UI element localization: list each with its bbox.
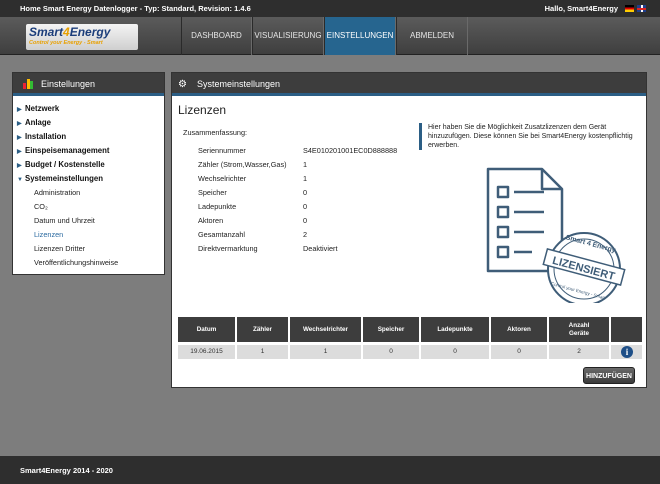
table-header-aktoren: Aktoren <box>491 317 547 342</box>
table-header-anzahl-geraete: Anzahl Geräte <box>549 317 609 342</box>
summary-label-actors: Aktoren <box>198 216 224 225</box>
sidebar-title: Einstellungen <box>41 79 96 89</box>
summary-value-meters: 1 <box>303 160 308 169</box>
main-navigation: Smart4Energy Control your Energy - Smart… <box>0 17 660 55</box>
german-flag-icon[interactable] <box>625 5 634 12</box>
sidebar-item-installation[interactable]: ▶ Installation <box>17 132 66 141</box>
table-header-actions <box>611 317 642 342</box>
table-cell-aktoren: 0 <box>491 345 547 359</box>
sidebar-item-anlage[interactable]: ▶ Anlage <box>17 118 51 127</box>
sidebar-item-einspeisemanagement[interactable]: ▶ Einspeisemanagement <box>17 146 110 155</box>
expand-arrow-icon: ▶ <box>17 163 22 169</box>
summary-label-meters: Zähler (Strom,Wasser,Gas) <box>198 160 287 169</box>
table-header-wechselrichter: Wechselrichter <box>290 317 361 342</box>
collapse-arrow-icon: ▼ <box>17 177 23 183</box>
table-header-speicher: Speicher <box>363 317 419 342</box>
add-license-button[interactable]: HINZUFÜGEN <box>583 367 635 384</box>
license-hint: Hier haben Sie die Möglichkeit Zusatzliz… <box>419 123 639 150</box>
summary-label-chargepoints: Ladepunkte <box>198 202 237 211</box>
summary-label: Zusammenfassung: <box>183 128 248 137</box>
user-greeting: Hallo, Smart4Energy <box>544 4 618 13</box>
page-title: Lizenzen <box>178 103 227 117</box>
table-cell-speicher: 0 <box>363 345 419 359</box>
licensed-stamp: Smart 4 Energy LIZENSIERT Control your E… <box>542 232 626 303</box>
table-header-zaehler: Zähler <box>237 317 288 342</box>
table-cell-anzahl-geraete: 2 <box>549 345 609 359</box>
summary-value-storage: 0 <box>303 188 308 197</box>
summary-label-serial: Seriennummer <box>198 146 246 155</box>
sidebar-header: Einstellungen <box>13 73 164 96</box>
footer-copyright: Smart4Energy 2014 - 2020 <box>20 466 113 475</box>
gears-icon: ⚙ <box>178 79 187 90</box>
expand-arrow-icon: ▶ <box>17 107 22 113</box>
sidebar-item-netzwerk[interactable]: ▶ Netzwerk <box>17 104 59 113</box>
summary-value-serial: S4E010201001EC0D888888 <box>303 146 398 155</box>
summary-value-inverter: 1 <box>303 174 308 183</box>
expand-arrow-icon: ▶ <box>17 121 22 127</box>
system-settings-panel: ⚙ Systemeinstellungen Lizenzen Zusammenf… <box>171 72 647 388</box>
table-cell-ladepunkte: 0 <box>421 345 489 359</box>
table-header-datum: Datum <box>178 317 235 342</box>
settings-sidebar: Einstellungen ▶ Netzwerk ▶ Anlage ▶ Install… <box>12 72 165 275</box>
sidebar-item-systemeinstellungen[interactable]: ▼ Systemeinstellungen <box>17 174 103 183</box>
footer: Smart4Energy 2014 - 2020 <box>0 456 660 484</box>
summary-label-inverter: Wechselrichter <box>198 174 247 183</box>
panel-title: Systemeinstellungen <box>197 79 281 89</box>
app-title: Home Smart Energy Datenlogger - Typ: Sta… <box>20 4 251 13</box>
nav-visualisierung[interactable]: VISUALISIERUNG <box>252 17 324 55</box>
sidebar-subitem-co2[interactable]: CO₂ <box>34 202 48 211</box>
summary-value-total: 2 <box>303 230 308 239</box>
table-cell-datum: 19.06.2015 <box>178 345 235 359</box>
nav-einstellungen[interactable]: EINSTELLUNGEN <box>324 17 396 55</box>
sidebar-subitem-veroeffentlichungshinweise[interactable]: Veröffentlichungshinweise <box>34 258 118 267</box>
expand-arrow-icon: ▶ <box>17 135 22 141</box>
table-cell-zaehler: 1 <box>237 345 288 359</box>
uk-flag-icon[interactable] <box>637 5 646 12</box>
licensed-document-icon: Smart 4 Energy LIZENSIERT Control your E… <box>486 167 626 303</box>
table-header-ladepunkte: Ladepunkte <box>421 317 489 342</box>
sidebar-subitem-datum-uhrzeit[interactable]: Datum und Uhrzeit <box>34 216 95 225</box>
summary-label-direct-marketing: Direktvermarktung <box>198 244 258 253</box>
info-icon[interactable]: i <box>621 346 633 358</box>
chart-bars-icon <box>23 79 33 89</box>
summary-value-actors: 0 <box>303 216 308 225</box>
expand-arrow-icon: ▶ <box>17 149 22 155</box>
table-cell-wechselrichter: 1 <box>290 345 361 359</box>
sidebar-item-budget[interactable]: ▶ Budget / Kostenstelle <box>17 160 105 169</box>
summary-value-direct-marketing: Deaktiviert <box>303 244 338 253</box>
panel-header: ⚙ Systemeinstellungen <box>172 73 646 96</box>
summary-label-total: Gesamtanzahl <box>198 230 246 239</box>
nav-dashboard[interactable]: DASHBOARD <box>181 17 252 55</box>
top-bar: Home Smart Energy Datenlogger - Typ: Sta… <box>0 0 660 17</box>
sidebar-subitem-administration[interactable]: Administration <box>34 188 80 197</box>
logo-tagline: Control your Energy - Smart <box>29 40 103 46</box>
logo[interactable]: Smart4Energy Control your Energy - Smart <box>26 24 138 50</box>
sidebar-subitem-lizenzen-dritter[interactable]: Lizenzen Dritter <box>34 244 85 253</box>
sidebar-subitem-lizenzen[interactable]: Lizenzen <box>34 230 63 239</box>
nav-abmelden[interactable]: ABMELDEN <box>396 17 468 55</box>
summary-value-chargepoints: 0 <box>303 202 308 211</box>
summary-label-storage: Speicher <box>198 188 227 197</box>
